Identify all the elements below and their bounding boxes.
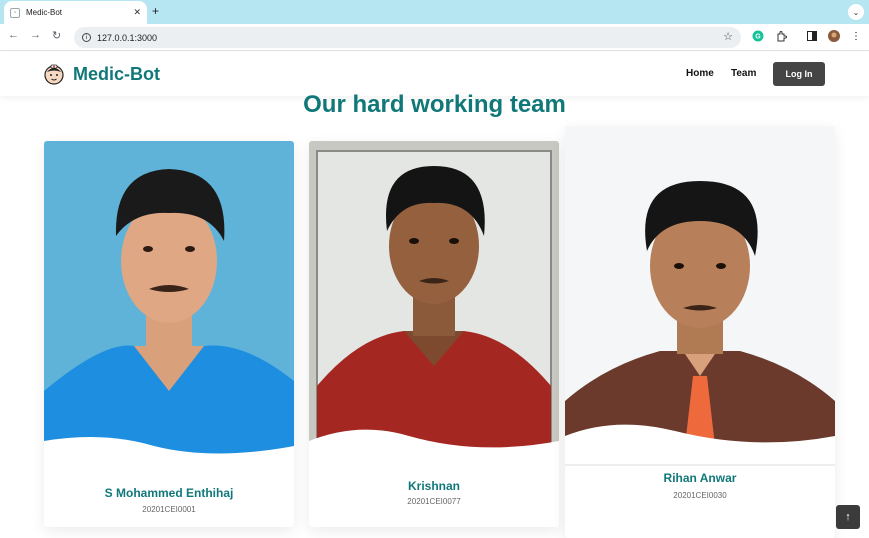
reload-icon[interactable]: ↻ <box>52 29 61 42</box>
medic-bot-logo-icon <box>44 64 64 85</box>
close-tab-icon[interactable]: ✕ <box>133 7 141 18</box>
member-roll-number: 20201CEI0001 <box>142 505 196 514</box>
star-icon[interactable]: ☆ <box>723 30 733 43</box>
grammarly-icon[interactable]: G <box>752 30 764 42</box>
team-member-card: Krishnan 20201CEI0077 <box>309 141 559 527</box>
member-name: Rihan Anwar <box>663 471 737 485</box>
profile-avatar[interactable] <box>828 30 840 42</box>
tab-search-icon[interactable]: ⌄ <box>848 4 864 20</box>
page-favicon-icon: ▫ <box>10 7 20 18</box>
address-bar[interactable]: i 127.0.0.1:3000 ☆ <box>74 27 741 48</box>
browser-tab[interactable]: ▫ Medic-Bot ✕ <box>4 1 147 24</box>
member-name: Krishnan <box>407 479 460 493</box>
member-photo <box>565 126 835 466</box>
info-icon[interactable]: i <box>82 33 91 42</box>
brand-name[interactable]: Medic-Bot <box>73 64 160 85</box>
page-title: Our hard working team <box>303 91 566 118</box>
extensions-icon[interactable] <box>775 30 787 42</box>
tab-title: Medic-Bot <box>26 8 63 17</box>
browser-tab-strip: ▫ Medic-Bot ✕ + ⌄ <box>0 0 869 24</box>
forward-icon[interactable]: → <box>30 29 41 41</box>
member-photo <box>44 141 294 471</box>
nav-link-home[interactable]: Home <box>686 68 714 79</box>
member-photo <box>309 141 559 466</box>
sidebar-icon[interactable] <box>806 30 818 42</box>
nav-link-team[interactable]: Team <box>731 68 756 79</box>
more-icon[interactable]: ⋮ <box>850 30 862 42</box>
team-member-card: Rihan Anwar 20201CEI0030 <box>565 126 835 538</box>
scroll-top-button[interactable]: ↑ <box>836 505 860 529</box>
member-roll-number: 20201CEI0077 <box>407 497 461 506</box>
arrow-up-icon: ↑ <box>845 511 851 523</box>
svg-text:G: G <box>755 34 761 41</box>
member-name: S Mohammed Enthihaj <box>104 486 234 500</box>
url-text: 127.0.0.1:3000 <box>97 32 158 43</box>
member-roll-number: 20201CEI0030 <box>673 491 727 500</box>
team-member-card: S Mohammed Enthihaj 20201CEI0001 <box>44 141 294 527</box>
login-button[interactable]: Log In <box>773 62 825 86</box>
new-tab-button[interactable]: + <box>152 4 159 18</box>
site-header: Medic-Bot Home Team Log In <box>0 52 869 96</box>
browser-toolbar: ← → ↻ i 127.0.0.1:3000 ☆ G ⋮ <box>0 24 869 51</box>
back-icon[interactable]: ← <box>8 29 19 41</box>
